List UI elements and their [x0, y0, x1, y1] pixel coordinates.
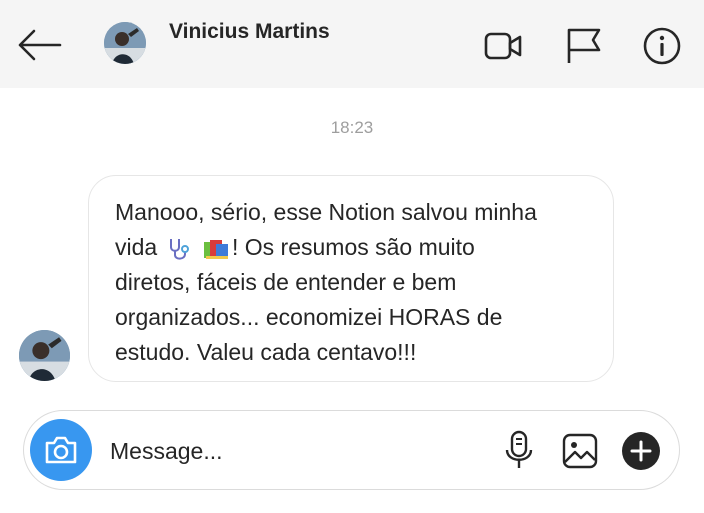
- message-line: organizados... economizei HORAS de: [115, 304, 503, 330]
- message-timestamp: 18:23: [330, 118, 374, 137]
- chat-header: Vinicius Martins: [0, 0, 704, 88]
- microphone-icon[interactable]: [502, 429, 536, 471]
- books-emoji: [203, 239, 228, 259]
- message-line: Manooo, sério, esse Notion salvou minha: [115, 199, 537, 225]
- plus-icon[interactable]: [621, 431, 661, 471]
- sender-avatar[interactable]: [19, 330, 70, 381]
- message-input[interactable]: Message...: [110, 438, 223, 465]
- message-line: diretos, fáceis de entender e bem: [115, 269, 457, 295]
- video-call-icon[interactable]: [483, 26, 523, 66]
- stethoscope-emoji: [169, 238, 189, 260]
- info-icon[interactable]: [642, 26, 682, 66]
- message-bubble[interactable]: Manooo, sério, esse Notion salvou minha …: [88, 175, 614, 382]
- flag-icon[interactable]: [564, 26, 604, 66]
- contact-avatar[interactable]: [104, 22, 146, 64]
- message-text: ! Os resumos são muito: [231, 234, 475, 260]
- message-line: vida ! Os resumos são muito: [115, 230, 587, 265]
- message-text: vida: [115, 234, 158, 260]
- message-line: estudo. Valeu cada centavo!!!: [115, 339, 417, 365]
- contact-name[interactable]: Vinicius Martins: [169, 20, 330, 44]
- gallery-icon[interactable]: [560, 431, 600, 471]
- back-arrow-icon[interactable]: [16, 27, 62, 63]
- message-composer: Message...: [23, 410, 680, 490]
- camera-icon: [45, 436, 77, 464]
- camera-button[interactable]: [30, 419, 92, 481]
